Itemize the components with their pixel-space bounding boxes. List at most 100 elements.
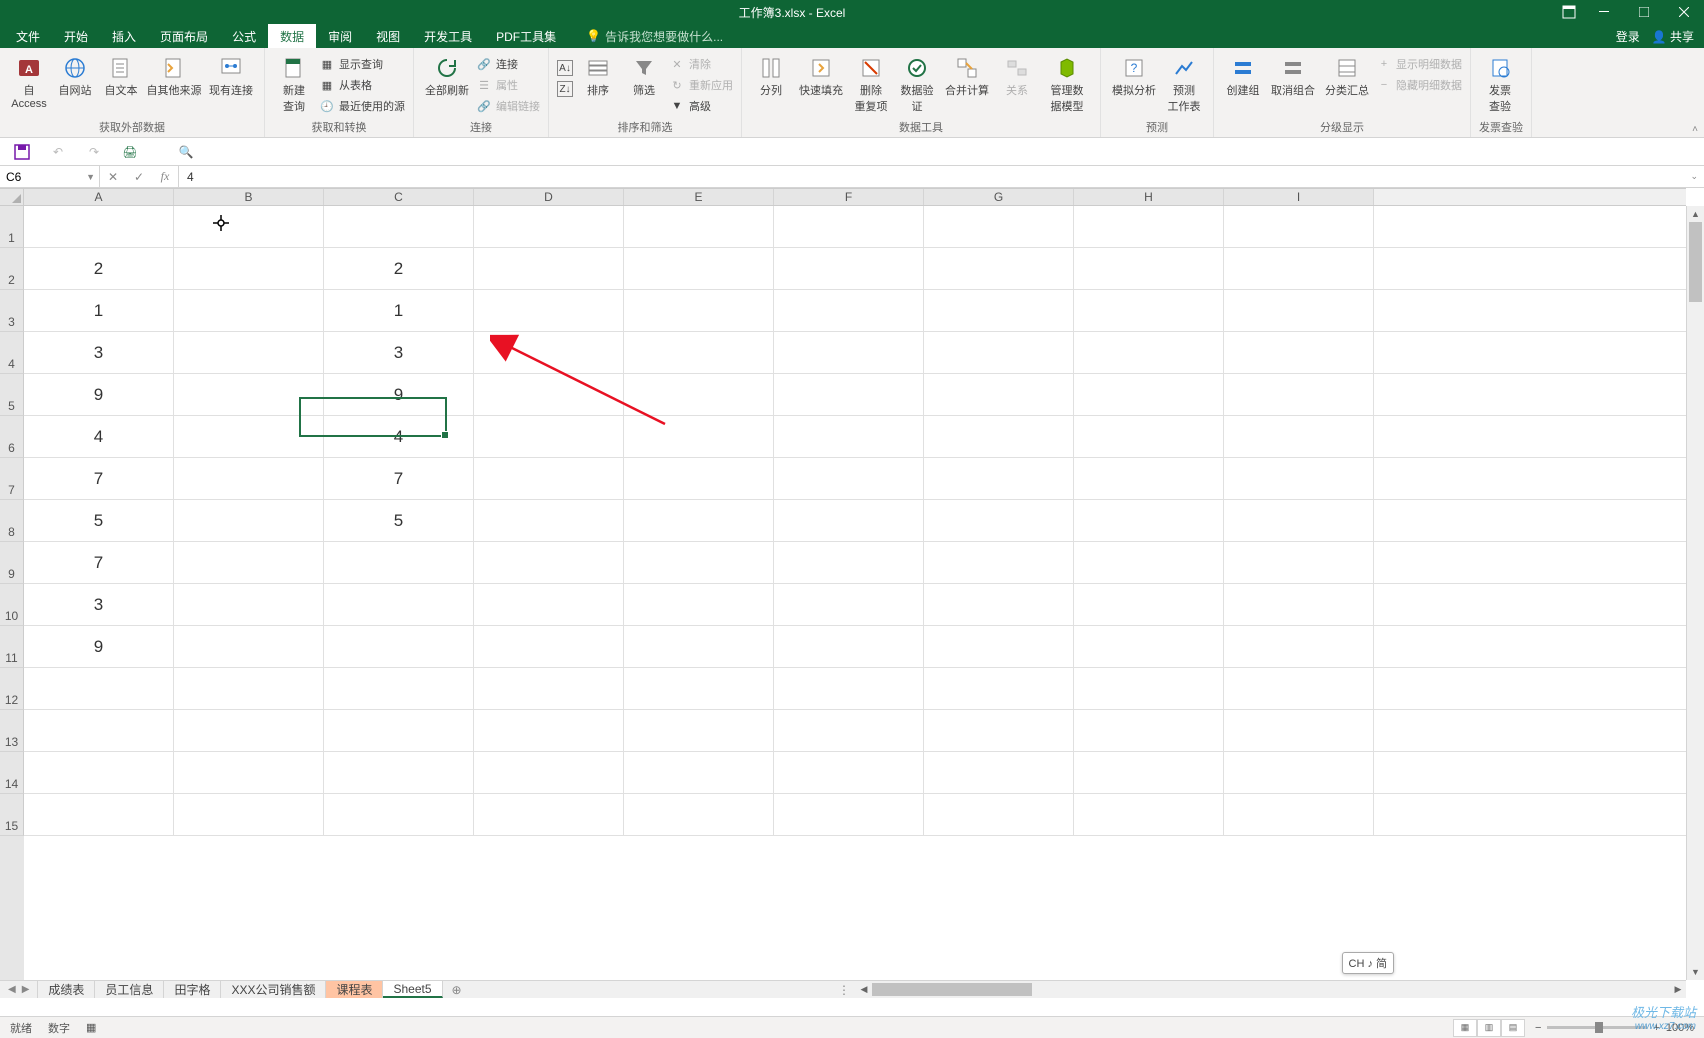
column-header-I[interactable]: I	[1224, 189, 1374, 205]
cell-A1[interactable]	[24, 206, 174, 248]
new-query-button[interactable]: 新建 查询	[273, 52, 315, 114]
scroll-up-icon[interactable]: ▲	[1687, 206, 1704, 222]
row-header-10[interactable]: 10	[0, 584, 24, 626]
cell-F13[interactable]	[774, 710, 924, 752]
cell-C13[interactable]	[324, 710, 474, 752]
cell-C7[interactable]: 7	[324, 458, 474, 500]
column-header-A[interactable]: A	[24, 189, 174, 205]
login-link[interactable]: 登录	[1616, 28, 1640, 45]
connections-button[interactable]: 🔗连接	[476, 54, 540, 74]
cell-A12[interactable]	[24, 668, 174, 710]
cell-B10[interactable]	[174, 584, 324, 626]
cell-G7[interactable]	[924, 458, 1074, 500]
cell-D4[interactable]	[474, 332, 624, 374]
group-button[interactable]: 创建组	[1222, 52, 1264, 98]
name-box[interactable]: C6 ▼	[0, 166, 100, 187]
tab-developer[interactable]: 开发工具	[412, 24, 484, 48]
cell-B13[interactable]	[174, 710, 324, 752]
cell-D9[interactable]	[474, 542, 624, 584]
cell-F7[interactable]	[774, 458, 924, 500]
cell-F1[interactable]	[774, 206, 924, 248]
cell-G11[interactable]	[924, 626, 1074, 668]
sort-ascending-button[interactable]: A↓	[557, 58, 573, 78]
row-header-8[interactable]: 8	[0, 500, 24, 542]
vscroll-thumb[interactable]	[1689, 222, 1702, 302]
from-access-button[interactable]: A自 Access	[8, 52, 50, 110]
scroll-down-icon[interactable]: ▼	[1687, 964, 1704, 980]
cell-D14[interactable]	[474, 752, 624, 794]
cell-H11[interactable]	[1074, 626, 1224, 668]
add-sheet-button[interactable]: ⊕	[443, 981, 471, 998]
cell-D1[interactable]	[474, 206, 624, 248]
page-break-view-button[interactable]: ▤	[1501, 1019, 1525, 1037]
cell-E13[interactable]	[624, 710, 774, 752]
cell-G2[interactable]	[924, 248, 1074, 290]
cell-G5[interactable]	[924, 374, 1074, 416]
cell-E4[interactable]	[624, 332, 774, 374]
sheet-tab-Sheet5[interactable]: Sheet5	[383, 981, 442, 998]
cell-C5[interactable]: 9	[324, 374, 474, 416]
cell-D13[interactable]	[474, 710, 624, 752]
cell-I4[interactable]	[1224, 332, 1374, 374]
tab-pdf[interactable]: PDF工具集	[484, 24, 568, 48]
select-all-corner[interactable]	[0, 188, 24, 206]
page-layout-view-button[interactable]: ▥	[1477, 1019, 1501, 1037]
cell-I11[interactable]	[1224, 626, 1374, 668]
cell-F12[interactable]	[774, 668, 924, 710]
cell-G3[interactable]	[924, 290, 1074, 332]
cell-E1[interactable]	[624, 206, 774, 248]
sheet-tab-XXX公司销售额[interactable]: XXX公司销售额	[221, 981, 326, 998]
cell-E6[interactable]	[624, 416, 774, 458]
cell-H2[interactable]	[1074, 248, 1224, 290]
quick-print-icon[interactable]: 🖨	[122, 144, 138, 160]
recent-sources-button[interactable]: 🕘最近使用的源	[319, 96, 405, 116]
cell-C8[interactable]: 5	[324, 500, 474, 542]
show-query-button[interactable]: ▦显示查询	[319, 54, 405, 74]
cell-C4[interactable]: 3	[324, 332, 474, 374]
from-table-button[interactable]: ▦从表格	[319, 75, 405, 95]
row-header-9[interactable]: 9	[0, 542, 24, 584]
tab-page-layout[interactable]: 页面布局	[148, 24, 220, 48]
cell-C9[interactable]	[324, 542, 474, 584]
cell-E15[interactable]	[624, 794, 774, 836]
row-header-12[interactable]: 12	[0, 668, 24, 710]
row-header-1[interactable]: 1	[0, 206, 24, 248]
cell-G13[interactable]	[924, 710, 1074, 752]
cell-A3[interactable]: 1	[24, 290, 174, 332]
horizontal-scrollbar[interactable]: ⋮ ◀ ▶	[832, 980, 1686, 998]
hscroll-split-icon[interactable]: ⋮	[832, 983, 856, 997]
subtotal-button[interactable]: 分类汇总	[1322, 52, 1372, 98]
column-header-C[interactable]: C	[324, 189, 474, 205]
tab-data[interactable]: 数据	[268, 24, 316, 48]
cell-B15[interactable]	[174, 794, 324, 836]
cell-C3[interactable]: 1	[324, 290, 474, 332]
cell-B5[interactable]	[174, 374, 324, 416]
cell-E3[interactable]	[624, 290, 774, 332]
column-header-E[interactable]: E	[624, 189, 774, 205]
from-web-button[interactable]: 自网站	[54, 52, 96, 98]
cell-E5[interactable]	[624, 374, 774, 416]
row-header-13[interactable]: 13	[0, 710, 24, 752]
cell-D5[interactable]	[474, 374, 624, 416]
data-validation-button[interactable]: 数据验 证	[896, 52, 938, 114]
accept-formula-button[interactable]: ✓	[126, 166, 152, 187]
sheet-tab-员工信息[interactable]: 员工信息	[95, 981, 164, 998]
cell-H6[interactable]	[1074, 416, 1224, 458]
cell-F9[interactable]	[774, 542, 924, 584]
cell-I7[interactable]	[1224, 458, 1374, 500]
from-other-sources-button[interactable]: 自其他来源	[146, 52, 202, 98]
cell-B14[interactable]	[174, 752, 324, 794]
cell-D3[interactable]	[474, 290, 624, 332]
column-header-G[interactable]: G	[924, 189, 1074, 205]
cell-B11[interactable]	[174, 626, 324, 668]
cancel-formula-button[interactable]: ✕	[100, 166, 126, 187]
cell-B3[interactable]	[174, 290, 324, 332]
cell-D12[interactable]	[474, 668, 624, 710]
cell-D7[interactable]	[474, 458, 624, 500]
minimize-button[interactable]	[1584, 0, 1624, 24]
cell-A8[interactable]: 5	[24, 500, 174, 542]
redo-icon[interactable]: ↷	[86, 144, 102, 160]
consolidate-button[interactable]: 合并计算	[942, 52, 992, 98]
cell-I3[interactable]	[1224, 290, 1374, 332]
cell-A7[interactable]: 7	[24, 458, 174, 500]
